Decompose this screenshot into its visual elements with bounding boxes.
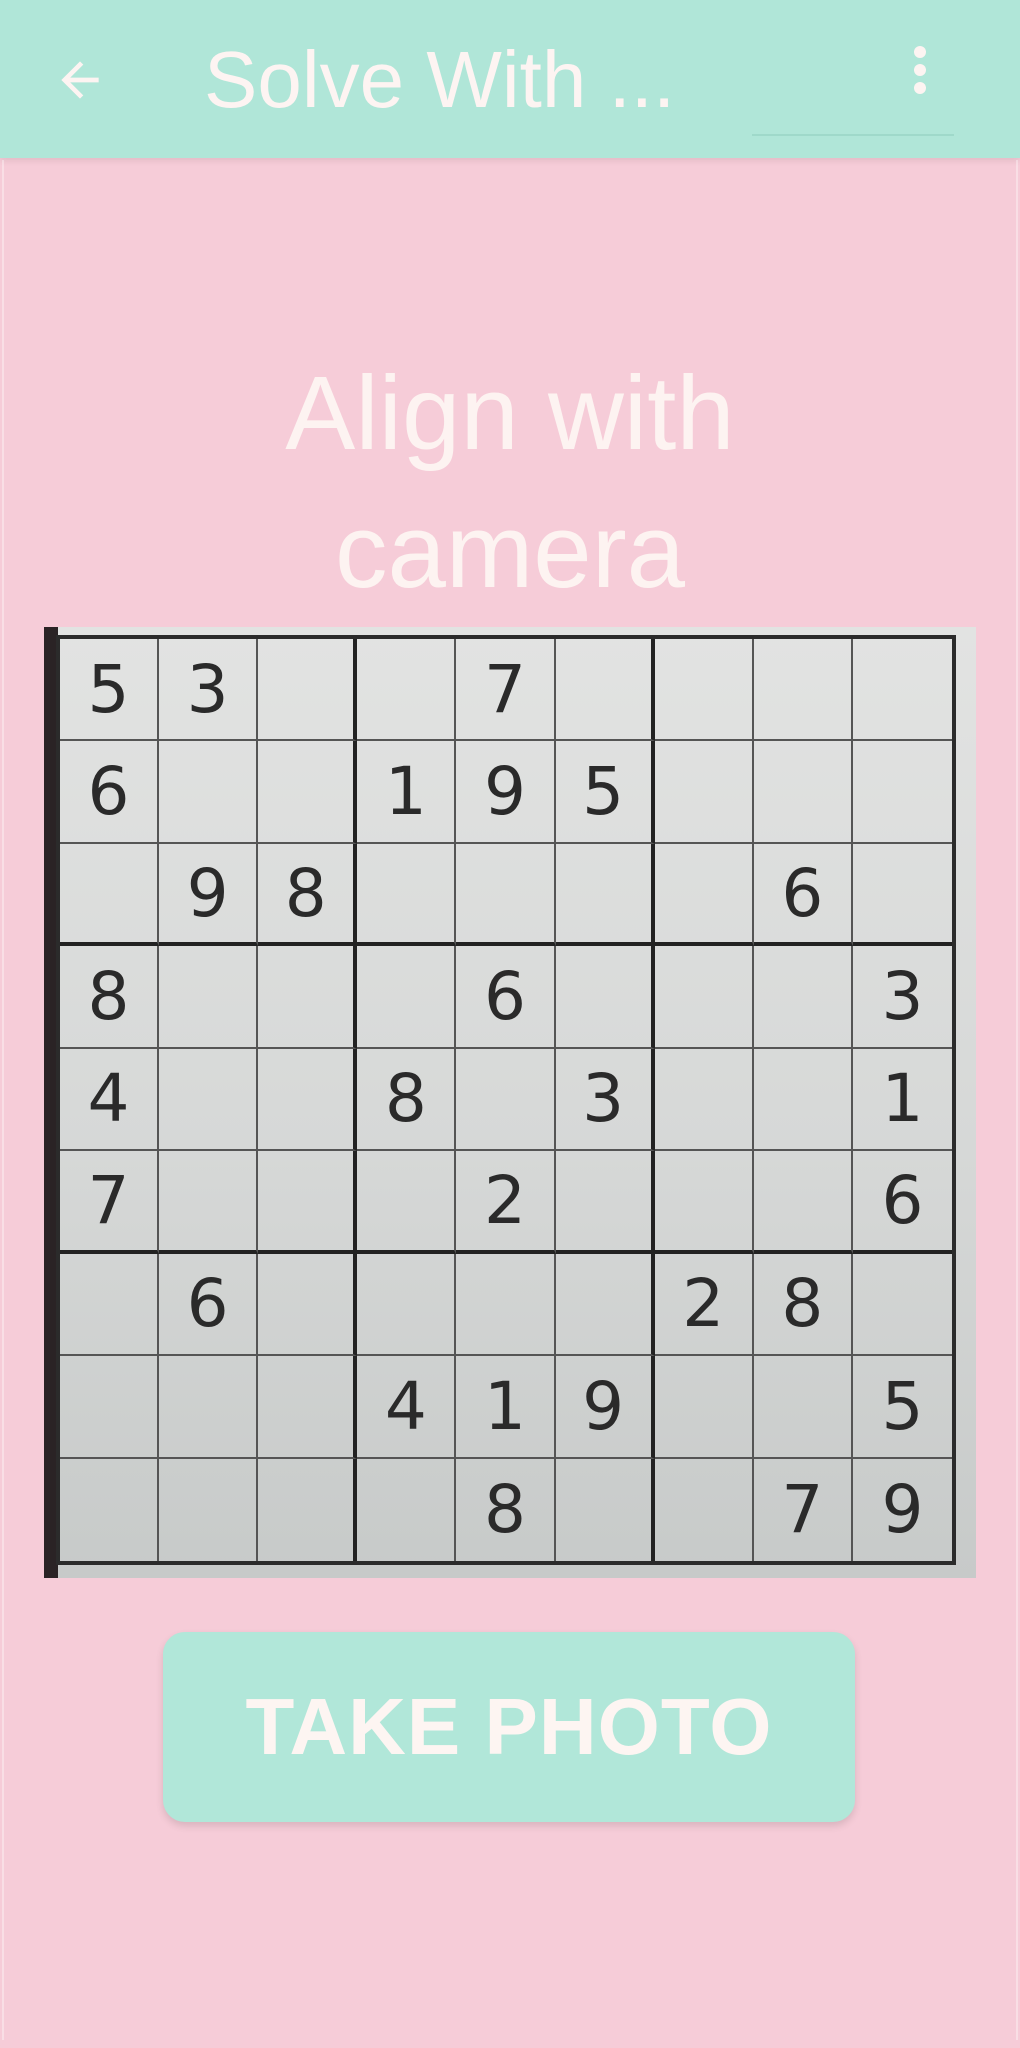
sudoku-cell: 6 xyxy=(456,946,556,1049)
sudoku-cell xyxy=(654,741,754,844)
sudoku-cell: 6 xyxy=(60,741,160,844)
page-edge-right xyxy=(1016,160,1018,2040)
sudoku-cell xyxy=(555,843,655,947)
sudoku-cell xyxy=(852,741,952,844)
app-bar-underline xyxy=(752,134,954,136)
sudoku-cell xyxy=(852,1254,952,1357)
sudoku-cell: 6 xyxy=(753,843,853,947)
sudoku-cell: 4 xyxy=(357,1356,457,1459)
sudoku-cell xyxy=(159,741,259,844)
sudoku-cell xyxy=(357,1253,457,1357)
sudoku-cell xyxy=(258,1151,358,1254)
sudoku-cell: 8 xyxy=(60,946,160,1049)
sudoku-cell xyxy=(258,1048,358,1152)
sudoku-cell xyxy=(357,843,457,947)
sudoku-cell: 5 xyxy=(555,741,655,844)
sudoku-cell: 1 xyxy=(357,741,457,844)
sudoku-cell xyxy=(753,946,853,1049)
instruction-text: Align with camera xyxy=(285,355,735,610)
sudoku-cell xyxy=(753,741,853,844)
sudoku-cell xyxy=(852,639,952,742)
sudoku-cell: 4 xyxy=(60,1048,160,1152)
sudoku-cell: 3 xyxy=(852,946,952,1049)
sudoku-cell: 9 xyxy=(555,1356,655,1459)
sudoku-cell: 8 xyxy=(357,1048,457,1152)
sudoku-cell: 9 xyxy=(881,1471,924,1549)
sudoku-cell xyxy=(60,1253,160,1357)
sudoku-cell xyxy=(258,639,358,742)
page-edge-left xyxy=(2,160,4,2040)
sudoku-cell xyxy=(753,1356,853,1459)
sudoku-cell: 6 xyxy=(852,1151,952,1254)
sudoku-cell xyxy=(456,843,556,947)
sudoku-cell: 3 xyxy=(555,1048,655,1152)
sudoku-cell xyxy=(357,946,457,1049)
sudoku-cell xyxy=(555,1253,655,1357)
sudoku-cell: 8 xyxy=(753,1253,853,1357)
sudoku-cell xyxy=(852,844,952,947)
sudoku-cell xyxy=(456,1253,556,1357)
sudoku-cell xyxy=(258,1458,358,1561)
sudoku-cell xyxy=(555,1151,655,1254)
sudoku-cell xyxy=(159,1356,259,1459)
back-button[interactable] xyxy=(40,40,120,120)
sudoku-cell xyxy=(654,843,754,947)
sudoku-cell: 2 xyxy=(456,1151,556,1254)
sudoku-cell xyxy=(258,1253,358,1357)
sudoku-cell xyxy=(60,843,160,947)
app-screen: Solve With ... Align with camera 5376195… xyxy=(0,0,1020,2048)
sudoku-cell xyxy=(357,1458,457,1561)
sudoku-cell: 3 xyxy=(159,639,259,742)
arrow-left-icon xyxy=(61,61,99,99)
sudoku-cell: 8 xyxy=(258,843,358,947)
sudoku-cell xyxy=(159,1458,259,1561)
sudoku-cell xyxy=(159,946,259,1049)
sudoku-cell xyxy=(258,741,358,844)
sudoku-cell xyxy=(258,1356,358,1459)
sudoku-cell xyxy=(654,946,754,1049)
sudoku-cell xyxy=(655,1458,754,1561)
app-bar: Solve With ... xyxy=(0,0,1020,158)
sudoku-cell: 1 xyxy=(852,1049,952,1152)
sudoku-cell: 9 xyxy=(159,843,259,947)
sudoku-cell xyxy=(654,1356,754,1459)
sudoku-cell: 5 xyxy=(60,639,160,742)
sudoku-cell xyxy=(60,1356,160,1459)
sudoku-cell xyxy=(258,946,358,1049)
sudoku-board: 537619598686348317266284195879 xyxy=(56,635,956,1565)
sudoku-cell xyxy=(753,1048,853,1152)
sudoku-cell xyxy=(555,946,655,1049)
sudoku-cell: 1 xyxy=(456,1356,556,1459)
sudoku-cell: 8 xyxy=(456,1458,556,1561)
sudoku-cell: 2 xyxy=(654,1253,754,1357)
sudoku-cell: 7 xyxy=(456,639,556,742)
sudoku-cell: 5 xyxy=(852,1356,952,1459)
sudoku-cell xyxy=(159,1151,259,1254)
sudoku-cell xyxy=(357,1151,457,1254)
sudoku-cell xyxy=(654,1048,754,1152)
sudoku-photo: 537619598686348317266284195879 xyxy=(44,627,976,1578)
sudoku-cell: 9 xyxy=(456,741,556,844)
sudoku-cell xyxy=(159,1048,259,1152)
sudoku-cell xyxy=(753,639,853,742)
sudoku-cell xyxy=(654,639,754,742)
sudoku-cell: 7 xyxy=(754,1458,853,1561)
overflow-menu-button[interactable] xyxy=(880,30,960,110)
sudoku-cell xyxy=(456,1048,556,1152)
sudoku-cell xyxy=(556,1458,655,1561)
app-title: Solve With ... xyxy=(204,35,676,124)
sudoku-cell xyxy=(357,639,457,742)
sudoku-cell xyxy=(654,1151,754,1254)
sudoku-cell: 6 xyxy=(159,1253,259,1357)
more-vertical-icon xyxy=(914,46,926,94)
sudoku-cell xyxy=(555,639,655,742)
sudoku-cell: 7 xyxy=(60,1151,160,1254)
sudoku-cell xyxy=(60,1458,160,1561)
take-photo-button[interactable]: TAKE PHOTO xyxy=(163,1632,855,1822)
sudoku-cell xyxy=(753,1151,853,1254)
